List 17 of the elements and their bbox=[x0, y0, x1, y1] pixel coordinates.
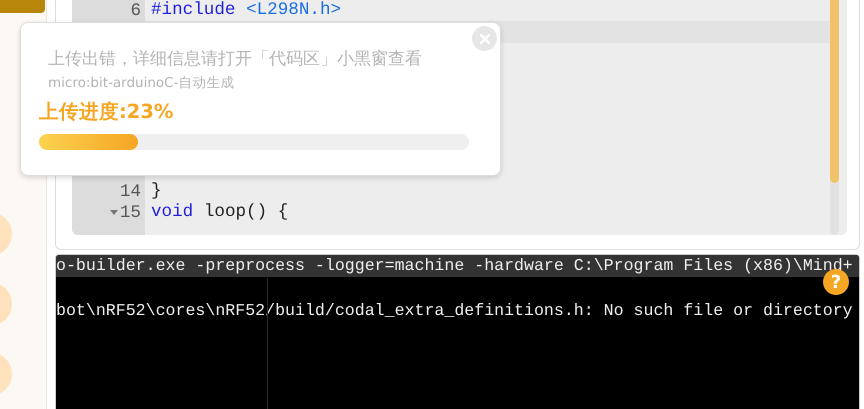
fold-arrow-icon[interactable] bbox=[110, 210, 118, 215]
code-line: void loop() { bbox=[150, 203, 288, 222]
dialog-subtitle: micro:bit-arduinoC-自动生成 bbox=[48, 74, 234, 92]
line-number: 6 bbox=[129, 0, 142, 21]
close-button[interactable] bbox=[472, 26, 497, 51]
terminal-line: bot\nRF52\cores\nRF52/build/codal_extra_definitions.h: No such file or directory bbox=[56, 300, 854, 322]
error-message: 上传出错，详细信息请打开「代码区」小黑窗查看 bbox=[48, 48, 422, 70]
code-line: } bbox=[150, 182, 162, 201]
scrollbar-thumb[interactable] bbox=[830, 0, 839, 184]
line-number: 15 bbox=[72, 202, 145, 223]
code-line: #include <L298N.h> bbox=[150, 1, 342, 20]
category-tab[interactable] bbox=[0, 0, 45, 13]
scrollbar-track[interactable] bbox=[830, 0, 839, 235]
close-icon bbox=[480, 34, 490, 44]
help-button[interactable]: ? bbox=[823, 269, 849, 295]
progress-label: 上传进度:23% bbox=[39, 99, 174, 125]
line-number: 14 bbox=[118, 181, 142, 202]
